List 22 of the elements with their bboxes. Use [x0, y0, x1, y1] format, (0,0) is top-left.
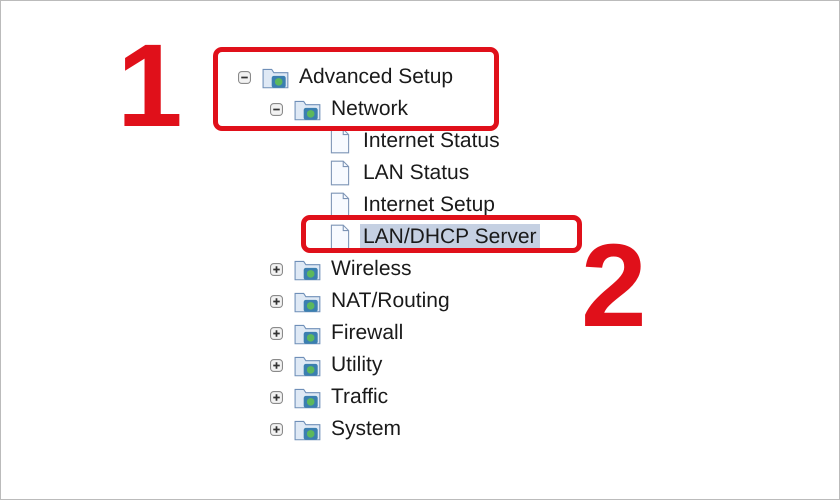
- tree-item[interactable]: Utility: [328, 352, 386, 378]
- expand-icon[interactable]: [270, 358, 283, 372]
- step-number: 2: [581, 227, 647, 345]
- expand-icon[interactable]: [270, 326, 283, 340]
- tree-item[interactable]: NAT/Routing: [328, 288, 453, 314]
- tree-item[interactable]: System: [328, 416, 404, 442]
- tree-item[interactable]: LAN Status: [360, 160, 472, 186]
- expand-icon[interactable]: [270, 390, 283, 404]
- expand-icon[interactable]: [270, 422, 283, 436]
- expand-icon[interactable]: [270, 262, 283, 276]
- tree-item[interactable]: Firewall: [328, 320, 406, 346]
- step-number: 1: [117, 27, 183, 145]
- tree-item[interactable]: Internet Status: [360, 128, 503, 154]
- collapse-icon[interactable]: [238, 70, 251, 84]
- tree-item[interactable]: Wireless: [328, 256, 415, 282]
- tree-item[interactable]: LAN/DHCP Server: [360, 224, 540, 250]
- collapse-icon[interactable]: [270, 102, 283, 116]
- expand-icon[interactable]: [270, 294, 283, 308]
- tree-item[interactable]: Traffic: [328, 384, 392, 410]
- tree-item[interactable]: Network: [328, 96, 412, 122]
- tree-item[interactable]: Internet Setup: [360, 192, 498, 218]
- tree-item[interactable]: Advanced Setup: [296, 64, 456, 90]
